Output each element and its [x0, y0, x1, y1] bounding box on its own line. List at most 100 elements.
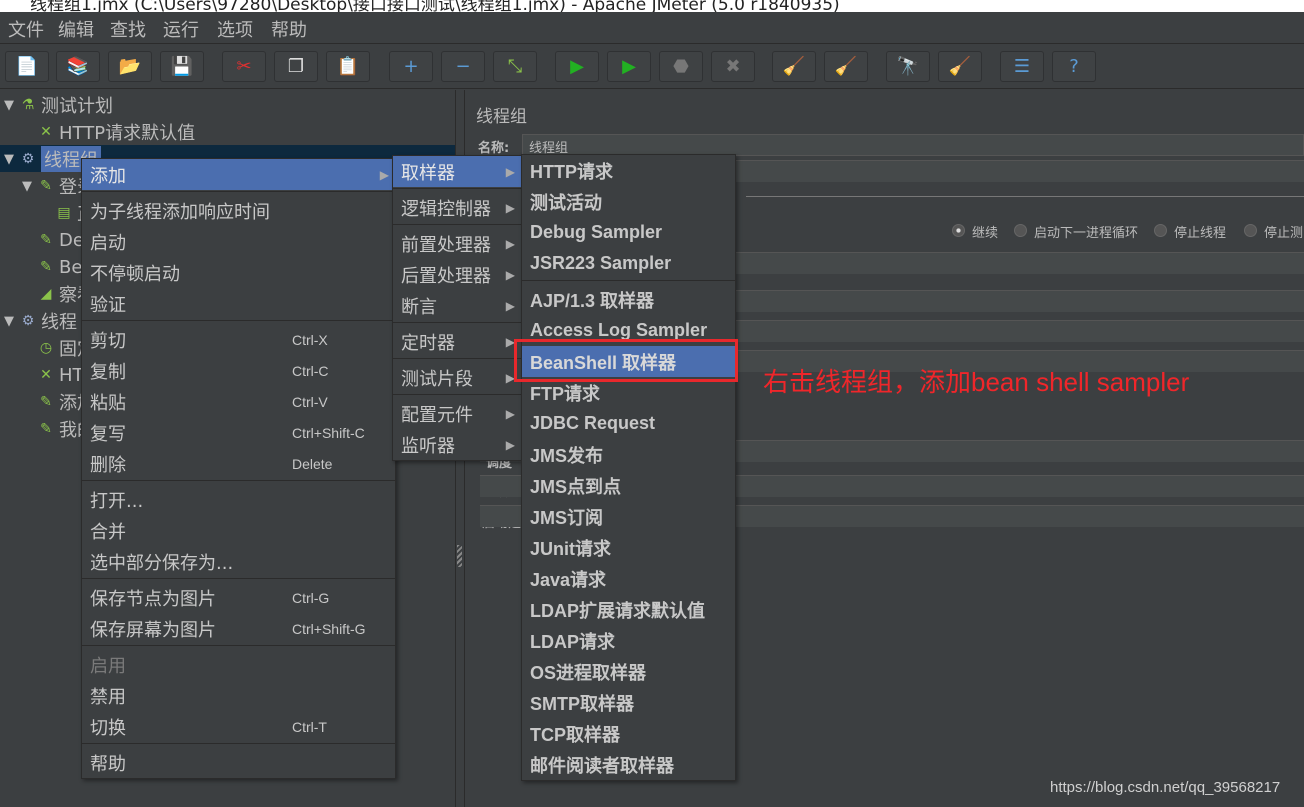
menu-item[interactable]: JSR223 Sampler [522, 248, 735, 279]
menu-item[interactable]: 切换 Ctrl-T [82, 711, 395, 742]
expand-arrow-icon[interactable]: ▼ [4, 152, 18, 167]
menu-item[interactable]: 选中部分保存为... [82, 546, 395, 577]
menu-1[interactable]: 编辑 [58, 16, 94, 42]
menu-item[interactable]: 剪切 Ctrl-X [82, 324, 395, 355]
expand-button[interactable]: + [389, 51, 433, 82]
tree-node[interactable]: ✕ HTTP请求默认值 [22, 119, 195, 145]
menu-item[interactable]: 帮助 [82, 747, 395, 778]
menu-item-label: JMS订阅 [530, 507, 604, 528]
menu-item[interactable]: 取样器 ▶ [393, 156, 521, 187]
divider-grip[interactable] [457, 545, 462, 567]
menu-item-label: Access Log Sampler [530, 320, 708, 340]
menu-item[interactable]: 合并 [82, 515, 395, 546]
menu-item[interactable]: 复制 Ctrl-C [82, 355, 395, 386]
menu-item[interactable]: 监听器 ▶ [393, 429, 521, 460]
menu-item[interactable]: AJP/1.3 取样器 [522, 284, 735, 315]
menu-item-label: OS进程取样器 [530, 662, 647, 683]
menu-item[interactable]: 为子线程添加响应时间 [82, 195, 395, 226]
menu-item[interactable]: 断言 ▶ [393, 290, 521, 321]
radio-button[interactable] [1154, 224, 1167, 237]
tree-node[interactable]: ✕ HT [22, 362, 83, 388]
test-plan-icon: ⚗ [21, 97, 35, 113]
expand-arrow-icon[interactable]: ▼ [4, 98, 18, 113]
menu-4[interactable]: 选项 [217, 16, 253, 42]
menu-item[interactable]: 配置元件 ▶ [393, 398, 521, 429]
menu-item[interactable]: 启动 [82, 226, 395, 257]
menu-item[interactable]: 启用 [82, 649, 395, 680]
tree-node[interactable]: ▼ ⚗ 测试计划 [4, 92, 113, 118]
cut-button[interactable]: ✂ [222, 51, 266, 82]
menu-item[interactable]: JMS订阅 [522, 501, 735, 532]
clear-button[interactable]: 🧹 [772, 51, 816, 82]
clear-all-button[interactable]: 🧹 [824, 51, 868, 82]
menu-item[interactable]: 粘贴 Ctrl-V [82, 386, 395, 417]
menu-3[interactable]: 运行 [163, 16, 199, 42]
toggle-button[interactable]: ⤡ [493, 51, 537, 82]
menu-item[interactable]: OS进程取样器 [522, 656, 735, 687]
menu-item[interactable]: Debug Sampler [522, 217, 735, 248]
menu-item[interactable]: 不停顿启动 [82, 257, 395, 288]
expand-arrow-icon[interactable]: ▼ [22, 179, 36, 194]
menu-item[interactable]: 打开... [82, 484, 395, 515]
menu-item-label: LDAP扩展请求默认值 [530, 600, 705, 621]
menu-item-label: 验证 [90, 294, 126, 316]
tree-node[interactable]: ▼ ⚙ 线程 [4, 308, 77, 334]
collapse-button[interactable]: − [441, 51, 485, 82]
menu-item[interactable]: LDAP扩展请求默认值 [522, 594, 735, 625]
help-button[interactable]: ? [1052, 51, 1096, 82]
save-button[interactable]: 💾 [160, 51, 204, 82]
copy-button[interactable]: ❐ [274, 51, 318, 82]
menu-item[interactable]: JDBC Request [522, 408, 735, 439]
menu-item-label: HTTP请求 [530, 161, 613, 182]
menu-item[interactable]: 删除 Delete [82, 448, 395, 479]
menu-item-label: 粘贴 [90, 392, 126, 414]
menu-item[interactable]: 禁用 [82, 680, 395, 711]
menu-item[interactable]: 测试活动 [522, 186, 735, 217]
open-button[interactable]: 📂 [108, 51, 152, 82]
menu-item[interactable]: 验证 [82, 288, 395, 319]
expand-icon: + [403, 56, 419, 77]
menu-item[interactable]: Java请求 [522, 563, 735, 594]
menu-item-label: FTP请求 [530, 383, 600, 404]
paste-button[interactable]: 📋 [326, 51, 370, 82]
menu-item[interactable]: 邮件阅读者取样器 [522, 749, 735, 780]
cut-icon: ✂ [236, 56, 252, 77]
templates-button[interactable]: 📚 [56, 51, 100, 82]
expand-arrow-icon[interactable]: ▼ [4, 314, 18, 329]
name-input[interactable]: 线程组 [522, 134, 1304, 156]
menu-item[interactable]: JMS发布 [522, 439, 735, 470]
menu-2[interactable]: 查找 [110, 16, 146, 42]
menu-item[interactable]: JMS点到点 [522, 470, 735, 501]
function-helper-icon: ☰ [1013, 56, 1031, 77]
menu-item[interactable]: 逻辑控制器 ▶ [393, 192, 521, 223]
clear-all-icon: 🧹 [834, 56, 858, 77]
menu-item[interactable]: LDAP请求 [522, 625, 735, 656]
menu-item[interactable]: SMTP取样器 [522, 687, 735, 718]
menu-item[interactable]: 定时器 ▶ [393, 326, 521, 357]
menu-item[interactable]: 添加 ▶ [82, 159, 395, 190]
shutdown-button[interactable]: ✖ [711, 51, 755, 82]
start-no-pause-button[interactable]: ▶ [607, 51, 651, 82]
menu-item[interactable]: 后置处理器 ▶ [393, 259, 521, 290]
menu-item[interactable]: 保存节点为图片 Ctrl-G [82, 582, 395, 613]
menu-item[interactable]: 测试片段 ▶ [393, 362, 521, 393]
menu-item[interactable]: HTTP请求 [522, 155, 735, 186]
menu-item[interactable]: 复写 Ctrl+Shift-C [82, 417, 395, 448]
menu-0[interactable]: 文件 [8, 16, 44, 42]
radio-button[interactable] [1244, 224, 1257, 237]
menu-item[interactable]: 保存屏幕为图片 Ctrl+Shift-G [82, 613, 395, 644]
menu-item[interactable]: 前置处理器 ▶ [393, 228, 521, 259]
search-button[interactable]: 🔭 [886, 51, 930, 82]
radio-button[interactable] [952, 224, 965, 237]
radio-button[interactable] [1014, 224, 1027, 237]
tree-node[interactable]: ✎ De [22, 227, 84, 253]
menu-item[interactable]: JUnit请求 [522, 532, 735, 563]
function-helper-button[interactable]: ☰ [1000, 51, 1044, 82]
start-button[interactable]: ▶ [555, 51, 599, 82]
stop-button[interactable]: ⬣ [659, 51, 703, 82]
extractor-icon: ▤ [57, 205, 71, 221]
menu-5[interactable]: 帮助 [271, 16, 307, 42]
reset-search-button[interactable]: 🧹 [938, 51, 982, 82]
new-button[interactable]: 📄 [5, 51, 49, 82]
menu-item[interactable]: TCP取样器 [522, 718, 735, 749]
